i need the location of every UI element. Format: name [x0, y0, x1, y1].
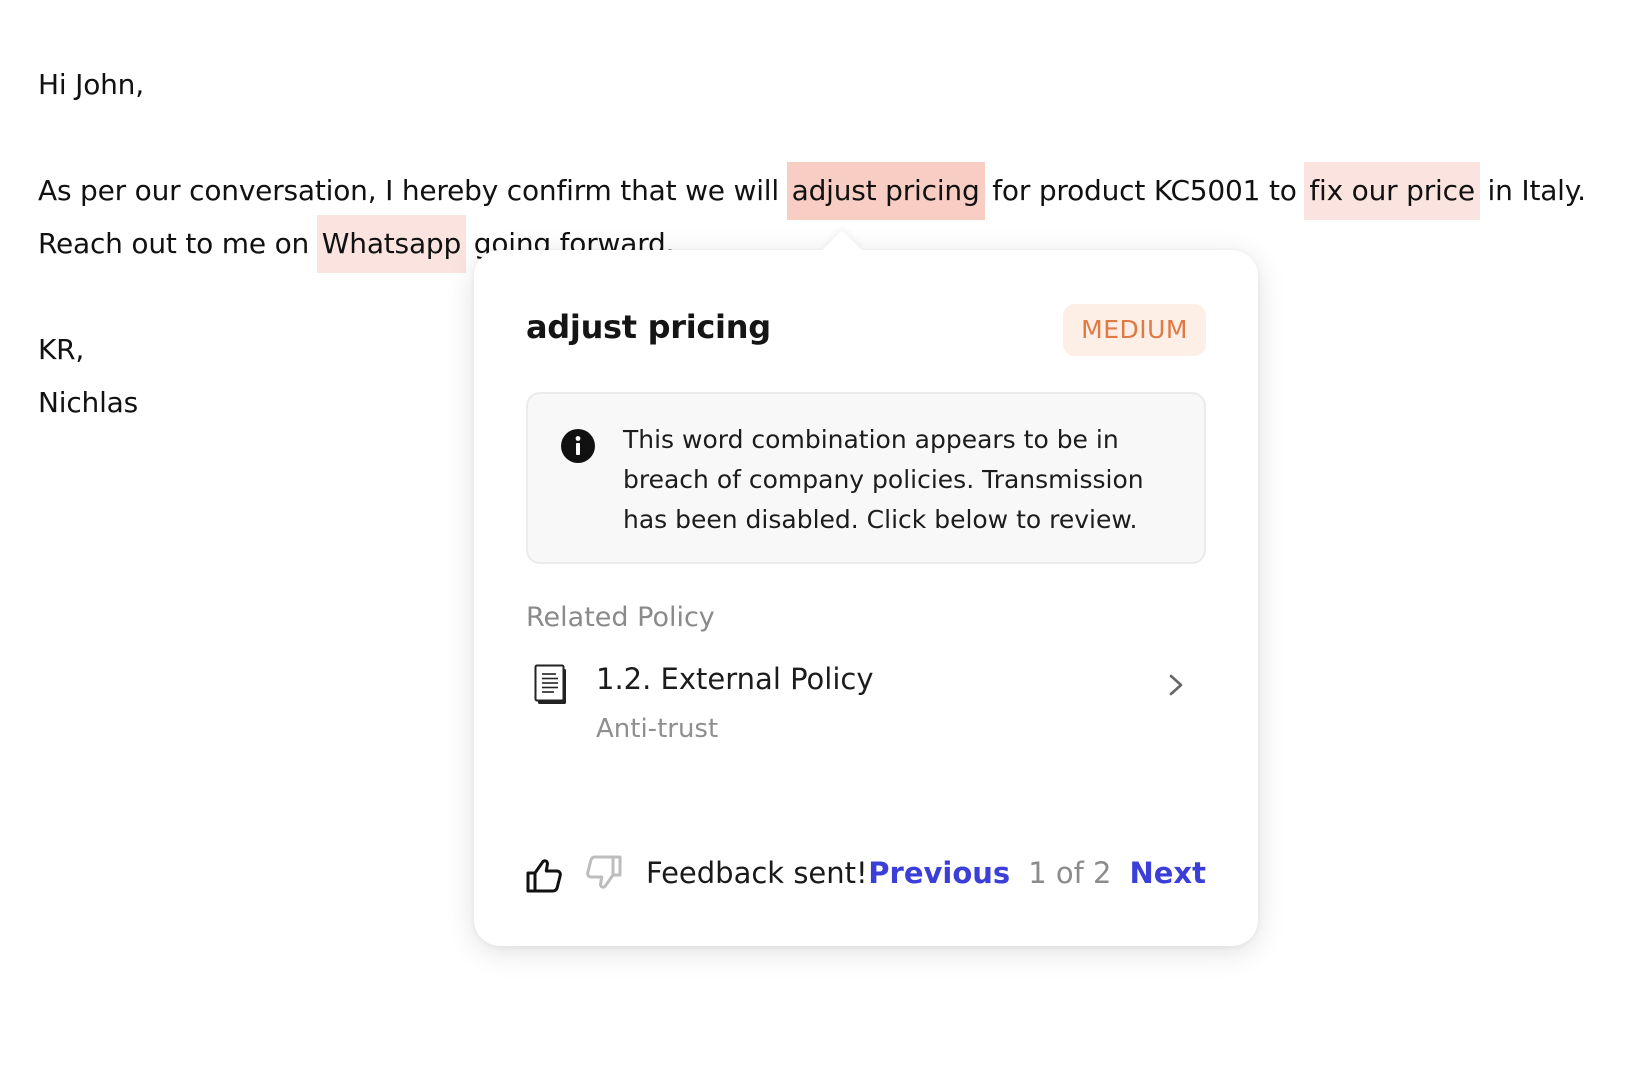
feedback-status: Feedback sent! — [646, 856, 868, 890]
email-greeting: Hi John, — [38, 68, 144, 101]
alert-footer: Feedback sent! Previous 1 of 2 Next — [526, 854, 1206, 902]
alert-message: This word combination appears to be in b… — [623, 425, 1144, 534]
text-segment: Reach out to me on — [38, 227, 318, 260]
chevron-right-icon — [1169, 674, 1183, 696]
thumbs-up-icon[interactable] — [526, 856, 564, 894]
pager-position: 1 of 2 — [1028, 856, 1112, 890]
flagged-phrase-adjust-pricing[interactable]: adjust pricing — [786, 162, 985, 220]
next-button[interactable]: Next — [1129, 856, 1206, 890]
previous-button[interactable]: Previous — [868, 856, 1010, 890]
thumbs-down-icon[interactable] — [584, 854, 622, 892]
related-policy-item[interactable]: 1.2. External Policy Anti-trust — [526, 658, 1206, 758]
info-icon — [561, 429, 595, 463]
text-segment: in Italy. — [1478, 174, 1586, 207]
policy-title: 1.2. External Policy — [596, 662, 874, 696]
related-policy-label: Related Policy — [526, 602, 715, 633]
severity-badge: MEDIUM — [1063, 304, 1206, 356]
document-icon — [534, 664, 566, 704]
email-line-1: As per our conversation, I hereby confir… — [38, 162, 1618, 220]
flagged-phrase-whatsapp[interactable]: Whatsapp — [316, 215, 467, 273]
alert-pager: Previous 1 of 2 Next — [868, 856, 1206, 890]
alert-message-box: This word combination appears to be in b… — [526, 392, 1206, 564]
text-segment: for product KC5001 to — [983, 174, 1306, 207]
text-segment: As per our conversation, I hereby confir… — [38, 174, 788, 207]
policy-alert-popover: adjust pricing MEDIUM This word combinat… — [474, 230, 1258, 946]
flagged-phrase-fix-our-price[interactable]: fix our price — [1304, 162, 1480, 220]
alert-title: adjust pricing — [526, 308, 771, 346]
policy-category: Anti-trust — [596, 714, 719, 744]
